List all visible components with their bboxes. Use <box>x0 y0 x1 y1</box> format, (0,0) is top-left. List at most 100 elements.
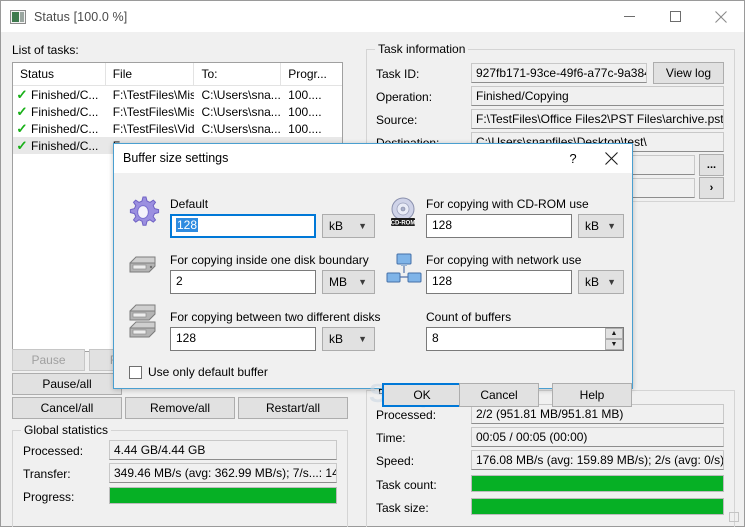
spin-down-icon[interactable]: ▼ <box>605 339 623 350</box>
column-header-progress[interactable]: Progr... <box>281 63 342 86</box>
default-unit-select[interactable]: kB ▼ <box>322 214 375 238</box>
entire-time-label: Time: <box>376 431 406 445</box>
cell-to: C:\Users\sna... <box>201 104 281 119</box>
cell-file: F:\TestFiles\Mis... <box>112 104 195 119</box>
pause-all-button[interactable]: Pause/all <box>12 373 122 395</box>
two-hard-disks-icon <box>128 303 158 338</box>
column-header-status[interactable]: Status <box>13 63 106 86</box>
global-processed-label: Processed: <box>23 444 84 458</box>
global-statistics-legend: Global statistics <box>21 423 112 437</box>
cell-progress: 100.... <box>288 87 322 102</box>
cdrom-unit-value: kB <box>585 219 600 233</box>
count-of-buffers-spin-buttons[interactable]: ▲ ▼ <box>605 328 623 350</box>
cell-progress: 100.... <box>288 104 322 119</box>
check-icon: ✓ <box>16 138 28 153</box>
chevron-down-icon: ▼ <box>358 277 367 287</box>
global-transfer-value: 349.46 MB/s (avg: 362.99 MB/s); 7/s...: … <box>109 463 337 483</box>
close-icon[interactable] <box>698 1 744 32</box>
global-processed-value: 4.44 GB/4.44 GB <box>109 440 337 460</box>
chevron-down-icon: ▼ <box>607 277 616 287</box>
svg-text:CD-ROM: CD-ROM <box>391 220 416 226</box>
network-buffer-input[interactable]: 128 <box>426 270 572 294</box>
use-only-default-buffer-row[interactable]: Use only default buffer <box>129 365 268 379</box>
cell-to: C:\Users\sna... <box>201 87 281 102</box>
between-two-disks-label: For copying between two different disks <box>170 310 381 324</box>
global-progress-bar <box>109 487 337 504</box>
count-of-buffers-label: Count of buffers <box>426 310 512 324</box>
task-id-value: 927fb171-93ce-49f6-a77c-9a384a0 <box>471 63 647 83</box>
use-only-default-buffer-label: Use only default buffer <box>148 365 268 379</box>
between-two-disks-unit-value: kB <box>329 332 344 346</box>
cell-status: Finished/C... <box>31 104 99 119</box>
cdrom-buffer-input[interactable]: 128 <box>426 214 572 238</box>
resize-grip[interactable] <box>729 512 739 522</box>
between-two-disks-unit-select[interactable]: kB ▼ <box>322 327 375 351</box>
source-label: Source: <box>376 113 418 127</box>
check-icon: ✓ <box>16 121 28 136</box>
tasks-label: List of tasks: <box>12 43 79 57</box>
cdrom-label: For copying with CD-ROM use <box>426 197 589 211</box>
cell-file: F:\TestFiles\Vid... <box>112 121 195 136</box>
restart-all-button[interactable]: Restart/all <box>238 397 348 419</box>
between-two-disks-input[interactable]: 128 <box>170 327 316 351</box>
chevron-down-icon: ▼ <box>358 334 367 344</box>
use-only-default-buffer-checkbox[interactable] <box>129 365 142 379</box>
count-of-buffers-stepper[interactable]: 8 ▲ ▼ <box>426 327 624 351</box>
window-titlebar: Status [100.0 %] <box>1 1 744 32</box>
column-header-file[interactable]: File <box>105 63 195 86</box>
global-statistics-group: Global statistics Processed: 4.44 GB/4.4… <box>12 423 348 527</box>
entire-time-value: 00:05 / 00:05 (00:00) <box>471 427 724 447</box>
dialog-title: Buffer size settings <box>123 151 229 165</box>
check-icon: ✓ <box>16 104 28 119</box>
table-row[interactable]: ✓ Finished/C... F:\TestFiles\Mis... C:\U… <box>13 86 342 103</box>
dialog-close-icon[interactable] <box>590 144 632 173</box>
view-log-button[interactable]: View log <box>653 62 724 84</box>
default-unit-value: kB <box>329 219 344 233</box>
cdrom-unit-select[interactable]: kB ▼ <box>578 214 624 238</box>
table-row[interactable]: ✓ Finished/C... F:\TestFiles\Vid... C:\U… <box>13 120 342 137</box>
gear-icon <box>126 195 160 229</box>
app-status-icon <box>10 9 26 24</box>
global-transfer-label: Transfer: <box>23 467 71 481</box>
count-of-buffers-input[interactable]: 8 <box>426 327 624 351</box>
cell-status: Finished/C... <box>31 138 99 153</box>
entire-task-statistics-group: Entire task statistics Processed: 2/2 (9… <box>366 383 735 527</box>
cell-status: Finished/C... <box>31 121 99 136</box>
table-row[interactable]: ✓ Finished/C... F:\TestFiles\Mis... C:\U… <box>13 103 342 120</box>
maximize-icon[interactable] <box>652 1 698 32</box>
cancel-all-button[interactable]: Cancel/all <box>12 397 122 419</box>
ok-button[interactable]: OK <box>382 383 462 407</box>
operation-value: Finished/Copying <box>471 86 724 106</box>
network-icon <box>386 253 422 285</box>
entire-speed-label: Speed: <box>376 454 415 468</box>
operation-label: Operation: <box>376 90 433 104</box>
buffer-size-settings-dialog: Buffer size settings ? Snapfiles Defa <box>113 143 633 408</box>
cancel-button[interactable]: Cancel <box>459 383 539 407</box>
task-id-label: Task ID: <box>376 67 420 81</box>
default-buffer-value: 128 <box>176 218 199 232</box>
entire-processed-value: 2/2 (951.81 MB/951.81 MB) <box>471 404 724 424</box>
inside-one-disk-unit-value: MB <box>329 275 347 289</box>
remove-all-button[interactable]: Remove/all <box>125 397 235 419</box>
inside-one-disk-input[interactable]: 2 <box>170 270 316 294</box>
spin-up-icon[interactable]: ▲ <box>605 328 623 339</box>
help-icon[interactable]: ? <box>556 144 590 173</box>
window-controls <box>606 1 744 32</box>
task-size-progress-bar <box>471 498 724 515</box>
inside-one-disk-unit-select[interactable]: MB ▼ <box>322 270 375 294</box>
entire-processed-label: Processed: <box>376 408 437 422</box>
chevron-down-icon: ▼ <box>358 221 367 231</box>
cdrom-icon: CD-ROM <box>386 195 418 227</box>
browse-button[interactable]: ... <box>699 154 724 176</box>
help-button[interactable]: Help <box>552 383 632 407</box>
default-buffer-input[interactable]: 128 <box>170 214 316 238</box>
column-header-to[interactable]: To: <box>194 63 282 86</box>
network-label: For copying with network use <box>426 253 582 267</box>
next-button[interactable]: › <box>699 177 724 199</box>
default-label: Default <box>170 197 209 211</box>
network-unit-value: kB <box>585 275 600 289</box>
inside-one-disk-label: For copying inside one disk boundary <box>170 253 369 267</box>
minimize-icon[interactable] <box>606 1 652 32</box>
network-unit-select[interactable]: kB ▼ <box>578 270 624 294</box>
pause-button[interactable]: Pause <box>12 349 85 371</box>
